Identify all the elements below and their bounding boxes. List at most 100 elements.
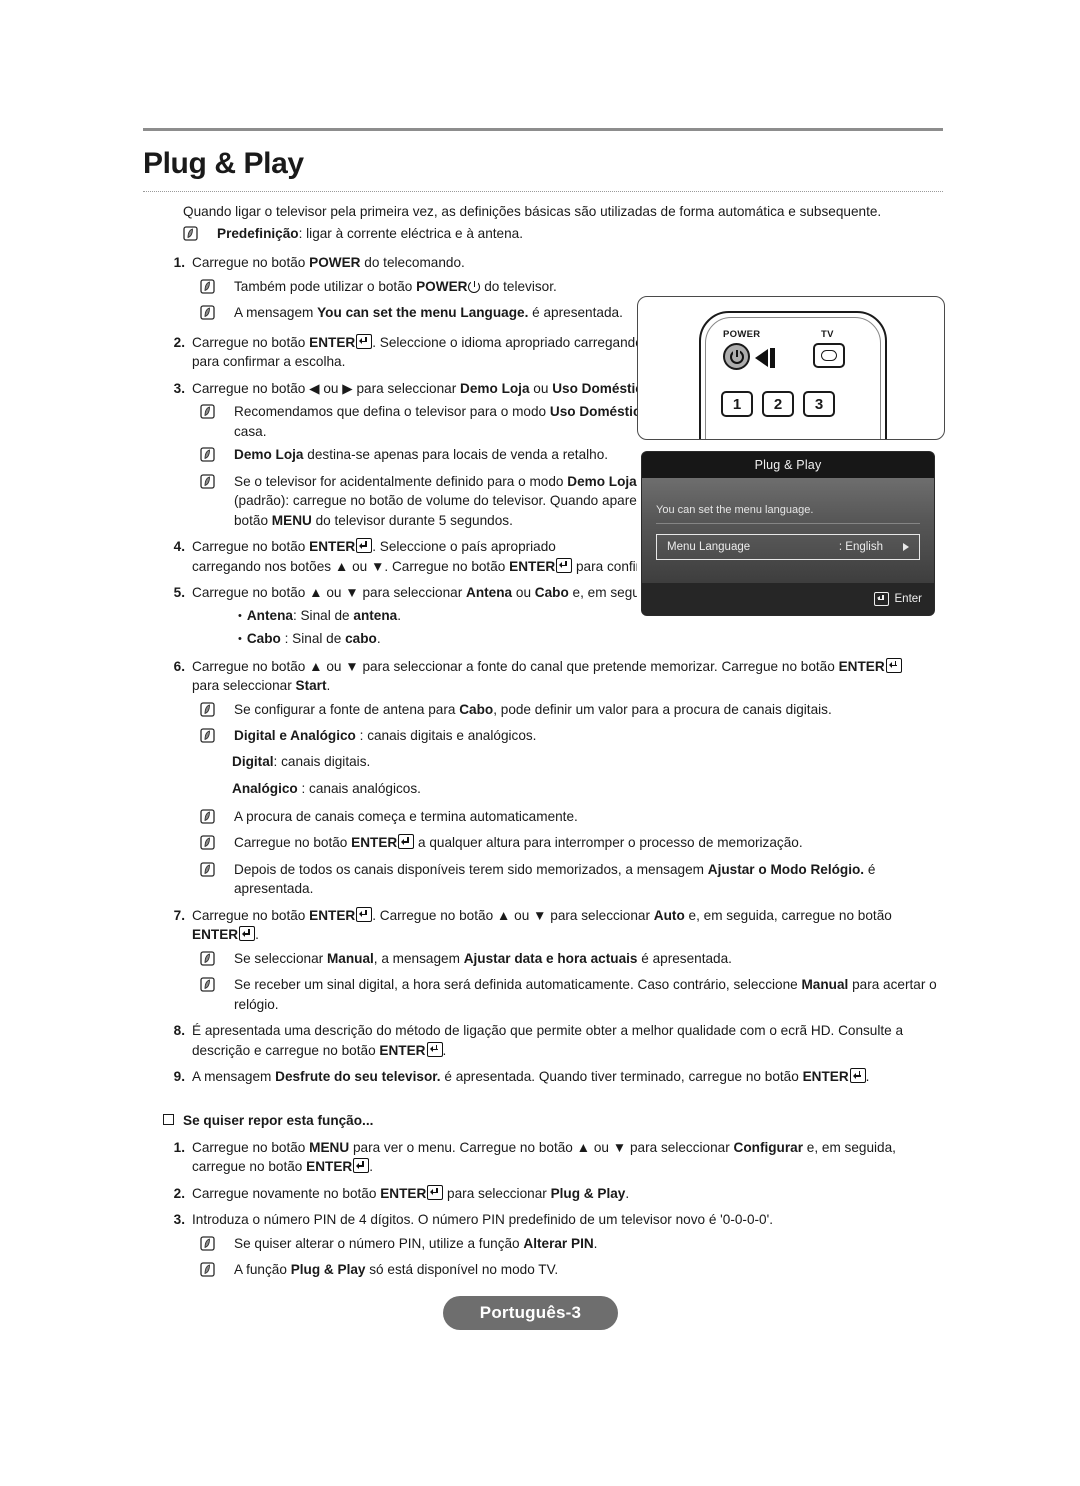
step-1-line: Carregue no botão POWER do telecomando. — [192, 253, 943, 273]
sub-rest: : canais analógicos. — [297, 781, 421, 796]
reset-section-heading: Se quiser repor esta função... — [163, 1113, 943, 1128]
intro-note: Predefinição: ligar à corrente eléctrica… — [183, 224, 938, 246]
note-icon — [200, 303, 234, 326]
bullet-rest: : Sinal de — [292, 607, 354, 623]
bullet-bold-end: antena — [353, 607, 398, 623]
osd-screenshot-figure: Plug & Play You can set the menu languag… — [637, 448, 943, 620]
cursor-bar-icon — [770, 348, 775, 368]
reset-step-3-note-1: Se quiser alterar o número PIN, utilize … — [200, 1234, 943, 1257]
power-icon — [468, 279, 481, 293]
intro-paragraph: Quando ligar o televisor pela primeira v… — [183, 204, 882, 219]
reset-step-1: 1. Carregue no botão MENU para ver o men… — [163, 1138, 943, 1177]
remote-number-row: 1 2 3 — [721, 391, 835, 417]
sub-rest: : canais digitais. — [273, 753, 371, 769]
osd-title: Plug & Play — [642, 452, 934, 478]
step-6-note-4: Carregue no botão ENTER a qualquer altur… — [200, 833, 943, 856]
note-pre: A mensagem — [234, 305, 318, 320]
page-footer-badge: Português-3 — [443, 1296, 618, 1330]
note-icon — [200, 833, 234, 856]
note-bold: You can set the menu Language. — [317, 305, 529, 320]
step-7-note-2: Se receber um sinal digital, a hora será… — [200, 975, 943, 1014]
osd-row-value: : English — [838, 541, 883, 553]
note-icon — [200, 472, 234, 531]
intro-note-rest: : ligar à corrente eléctrica e à antena. — [298, 226, 524, 241]
step-6-note-2-text: Digital e Analógico : canais digitais e … — [234, 728, 537, 743]
step-6-note-3: A procura de canais começa e termina aut… — [200, 807, 943, 830]
step-1-number: 1. — [173, 255, 185, 270]
step-8: 8. É apresentada uma descrição do método… — [163, 1021, 943, 1060]
remote-key-3: 3 — [803, 391, 835, 417]
step-8-number: 8. — [173, 1023, 185, 1038]
sub-bold: Analógico — [232, 781, 298, 796]
osd-footer: Enter — [642, 583, 934, 615]
manual-page: Plug & Play Quando ligar o televisor pel… — [0, 0, 1080, 1486]
step-6-body: Carregue no botão ▲ ou ▼ para selecciona… — [192, 657, 943, 899]
note-post: do televisor. — [480, 278, 557, 294]
cursor-arrow-icon — [755, 349, 768, 367]
bullet-bold: Cabo — [246, 631, 281, 646]
enter-key-icon — [556, 557, 573, 573]
osd-divider — [656, 523, 920, 524]
reset-step-3-body: Introduza o número PIN de 4 dígitos. O n… — [192, 1210, 943, 1283]
enter-key-icon — [356, 333, 373, 349]
enter-key-icon — [356, 538, 373, 553]
step-9: 9. A mensagem Desfrute do seu televisor.… — [163, 1067, 943, 1087]
step-6-note-1-text: Se configurar a fonte de antena para Cab… — [234, 701, 832, 717]
remote-key-1: 1 — [721, 391, 753, 417]
bullet-bold-end: cabo — [345, 631, 377, 646]
step-6-note-4-text: Carregue no botão ENTER a qualquer altur… — [234, 834, 803, 850]
step-7-note-2-text: Se receber um sinal digital, a hora será… — [234, 977, 937, 1012]
step-9-body: A mensagem Desfrute do seu televisor. é … — [192, 1068, 870, 1084]
reset-step-2-body: Carregue novamente no botão ENTER para s… — [192, 1184, 630, 1201]
enter-key-icon — [849, 1068, 866, 1083]
remote-tv-button — [813, 343, 845, 368]
reset-step-3-note-1-text: Se quiser alterar o número PIN, utilize … — [234, 1235, 598, 1251]
remote-tv-label: TV — [821, 329, 834, 340]
step-7: 7. Carregue no botão ENTER. Carregue no … — [163, 906, 943, 1015]
step-6-note-2: Digital e Analógico : canais digitais e … — [200, 726, 943, 749]
reset-steps-list: 1. Carregue no botão MENU para ver o men… — [143, 1138, 943, 1283]
remote-control-figure: POWER TV 1 2 3 — [637, 296, 945, 440]
step-1-bold: POWER — [309, 255, 361, 270]
step-6: 6. Carregue no botão ▲ ou ▼ para selecci… — [163, 657, 943, 899]
bullet-rest: : Sinal de — [280, 631, 346, 646]
step-5-number: 5. — [173, 585, 185, 600]
note-pre: Também pode utilizar o botão — [234, 278, 417, 294]
step-7-note-1: Se seleccionar Manual, a mensagem Ajusta… — [200, 949, 943, 972]
reset-step-3-note-2: A função Plug & Play só está disponível … — [200, 1260, 943, 1283]
remote-body: POWER TV 1 2 3 — [699, 311, 887, 439]
osd-row-label: Menu Language — [667, 541, 751, 553]
remote-power-label: POWER — [723, 329, 761, 340]
step-8-body: É apresentada uma descrição do método de… — [192, 1023, 904, 1058]
step-9-number: 9. — [173, 1069, 185, 1084]
header-rule — [143, 128, 943, 131]
step-6-note-5: Depois de todos os canais disponíveis te… — [200, 860, 943, 899]
step-2-number: 2. — [173, 334, 185, 350]
osd-menu-language-row[interactable]: Menu Language : English — [656, 534, 920, 560]
square-bullet-icon — [163, 1113, 174, 1125]
step-6-note-5-text: Depois de todos os canais disponíveis te… — [234, 861, 876, 897]
note-icon — [200, 700, 234, 723]
step-1-text-a: Carregue no botão — [192, 255, 310, 270]
note-icon — [200, 402, 234, 441]
step-6-sub-analogico: Analógico : canais analógicos. — [232, 779, 943, 799]
bullet-tail: . — [376, 631, 381, 646]
step-1-text-b: do telecomando. — [360, 255, 465, 270]
reset-step-3-line: Introduza o número PIN de 4 dígitos. O n… — [192, 1212, 773, 1227]
bullet-bold: Antena — [246, 607, 293, 623]
osd-description: You can set the menu language. — [656, 504, 814, 516]
intro-note-bold: Predefinição — [217, 226, 299, 241]
enter-key-icon — [885, 657, 902, 673]
reset-step-1-number: 1. — [173, 1139, 185, 1155]
note-icon — [200, 1234, 234, 1257]
enter-key-icon — [398, 834, 415, 849]
reset-step-2-number: 2. — [173, 1185, 185, 1201]
remote-power-button — [723, 343, 750, 370]
reset-heading-text: Se quiser repor esta função... — [183, 1112, 374, 1128]
reset-step-3-note-2-text: A função Plug & Play só está disponível … — [234, 1262, 559, 1277]
title-dotted-rule — [143, 191, 943, 192]
note-icon — [200, 277, 234, 300]
bullet-tail: . — [397, 607, 402, 623]
enter-key-icon — [427, 1184, 444, 1200]
page-title: Plug & Play — [143, 147, 304, 180]
